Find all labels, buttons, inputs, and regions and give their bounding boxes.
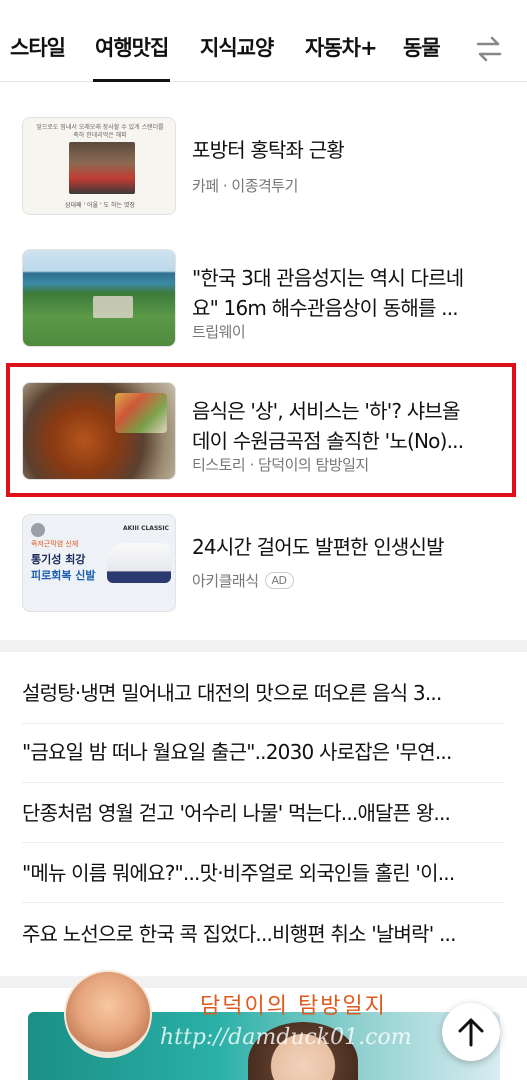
sneaker-image <box>107 543 171 583</box>
divider <box>22 782 505 783</box>
article-card[interactable]: 앞으로도 힘내서 오래오래 장사할 수 있게 스탠더를 축하 한데리먹은 해피 … <box>22 117 506 215</box>
ad-thumbnail: 족저근막염 신체 통기성 최강 피로회복 신발 AKIII CLASSIC <box>22 514 176 612</box>
ad-title: 24시간 걸어도 발편한 인생신발 <box>192 535 445 559</box>
article-source: 트립웨이 <box>192 323 246 341</box>
category-tab-bar: 스타일 여행맛집 지식교양 자동차+ 동물 <box>0 0 527 82</box>
headline-item[interactable]: "메뉴 이름 뭐에요?"...맛·비주얼로 외국인들 홀린 '이... <box>22 845 505 901</box>
blog-name-watermark: 담덕이의 탐방일지 <box>200 994 387 1019</box>
article-card[interactable]: "한국 3대 관음성지는 역시 다르네 요" 16m 해수관음상이 동해를 ..… <box>22 249 506 347</box>
headline-item[interactable]: 단종처럼 영월 걷고 '어수리 나물' 먹는다...애달픈 왕... <box>22 785 505 841</box>
tab-cars[interactable]: 자동차+ <box>305 32 378 62</box>
headline-item[interactable]: "금요일 밤 떠나 월요일 출근"..2030 사로잡은 '무연... <box>22 724 505 780</box>
article-title: "한국 3대 관음성지는 역시 다르네 요" 16m 해수관음상이 동해를 ..… <box>192 266 464 320</box>
highlight-box <box>6 363 516 497</box>
article-source: 카페 · 이종격투기 <box>192 177 298 195</box>
ad-card[interactable]: 족저근막염 신체 통기성 최강 피로회복 신발 AKIII CLASSIC 24… <box>22 514 506 612</box>
ad-advertiser: 아키클래식 <box>192 572 259 590</box>
thumbnail-caption: 삼대째 ' 어울 ' 도 하는 엿장 <box>65 202 135 209</box>
tab-travel-food[interactable]: 여행맛집 <box>92 32 171 82</box>
ad-headline-1: 통기성 최강 <box>31 553 86 566</box>
scroll-to-top-button[interactable] <box>442 1003 500 1061</box>
article-title: 포방터 홍탁좌 근황 <box>192 138 345 162</box>
blogger-avatar <box>64 970 152 1058</box>
owners-photo <box>69 142 135 194</box>
article-thumbnail: 앞으로도 힘내서 오래오래 장사할 수 있게 스탠더를 축하 한데리먹은 해피 … <box>22 117 176 215</box>
tab-style[interactable]: 스타일 <box>10 32 66 62</box>
thumbnail-caption-top: 앞으로도 힘내서 오래오래 장사할 수 있게 스탠더를 축하 한데리먹은 해피 <box>36 124 164 139</box>
headline-item[interactable]: 설렁탕·냉면 밀어내고 대전의 맛으로 떠오른 음식 3... <box>22 665 505 721</box>
divider <box>22 842 505 843</box>
swap-arrows-icon[interactable] <box>474 34 504 64</box>
section-divider <box>0 640 527 652</box>
article-thumbnail <box>22 249 176 347</box>
arrow-up-icon <box>458 1018 484 1047</box>
divider <box>22 902 505 903</box>
headline-item[interactable]: 주요 노선으로 한국 콕 집었다...비행편 취소 '날벼락' ... <box>22 906 505 962</box>
blog-url-watermark: http://damduck01.com <box>160 1025 412 1050</box>
ad-headline-2: 피로회복 신발 <box>31 569 96 582</box>
tab-knowledge[interactable]: 지식교양 <box>200 32 274 62</box>
ad-small-text: 족저근막염 신체 <box>31 540 79 548</box>
ad-badge: AD <box>264 572 294 589</box>
ad-source: 아키클래식 AD <box>192 570 294 591</box>
ad-brand-text: AKIII CLASSIC <box>123 525 169 532</box>
tab-animals[interactable]: 동물 <box>403 32 441 62</box>
